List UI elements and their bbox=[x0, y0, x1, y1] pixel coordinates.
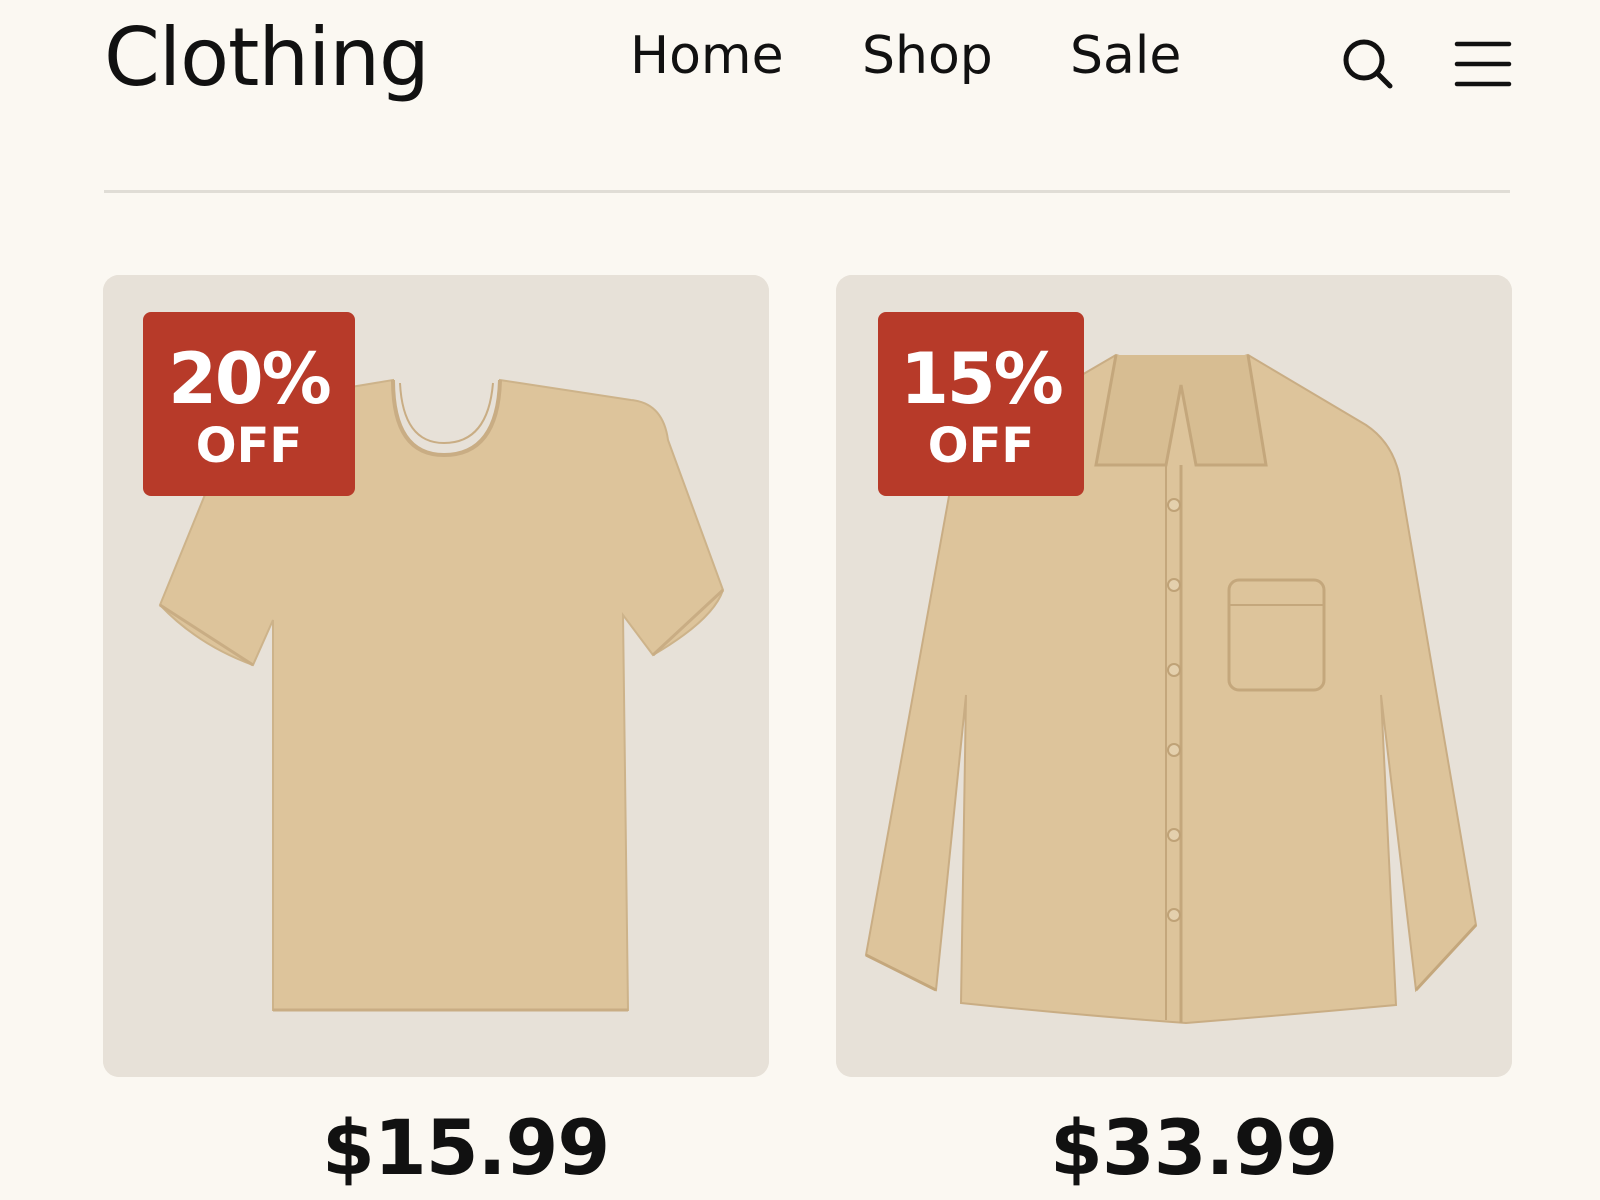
discount-percent: 15% bbox=[900, 338, 1064, 420]
discount-label: OFF bbox=[195, 418, 303, 474]
discount-badge: 15% OFF bbox=[878, 312, 1084, 496]
brand-logo-text[interactable]: Clothing bbox=[104, 18, 430, 98]
nav-home[interactable]: Home bbox=[630, 30, 784, 82]
product-price: $15.99 bbox=[322, 1103, 610, 1192]
product-card-tshirt[interactable]: 20% OFF bbox=[103, 275, 769, 1077]
menu-button[interactable] bbox=[1453, 34, 1513, 94]
search-icon bbox=[1343, 39, 1393, 89]
discount-badge: 20% OFF bbox=[143, 312, 355, 496]
product-price: $33.99 bbox=[1050, 1103, 1338, 1192]
search-button[interactable] bbox=[1340, 34, 1400, 94]
menu-icon bbox=[1454, 41, 1512, 87]
nav-sale[interactable]: Sale bbox=[1070, 30, 1181, 82]
product-card-shirt[interactable]: 15% OFF bbox=[836, 275, 1512, 1077]
header-divider bbox=[104, 190, 1510, 193]
discount-label: OFF bbox=[927, 418, 1035, 474]
discount-percent: 20% bbox=[168, 338, 332, 420]
nav-shop[interactable]: Shop bbox=[862, 30, 993, 82]
